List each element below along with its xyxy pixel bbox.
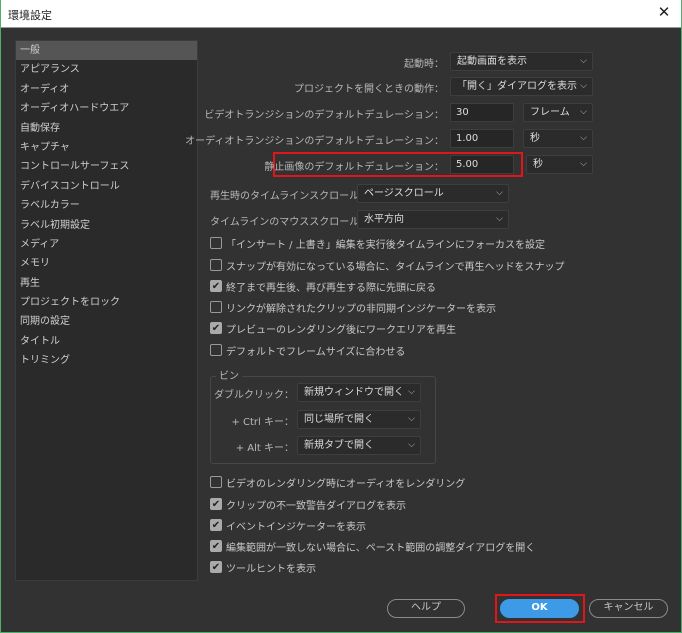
- open-project-value: 「開く」ダイアログを表示: [457, 81, 577, 92]
- sidebar-item[interactable]: アピアランス: [16, 60, 197, 79]
- playback-scroll-dropdown[interactable]: ページスクロール ⌵: [357, 184, 509, 203]
- sidebar-item[interactable]: コントロールサーフェス: [16, 157, 197, 176]
- checkbox-label: 終了まで再生後、再び再生する際に先頭に戻る: [226, 282, 436, 294]
- audio-transition-input[interactable]: 1.00: [450, 129, 514, 148]
- mouse-scroll-dropdown[interactable]: 水平方向 ⌵: [357, 210, 509, 229]
- sidebar-item[interactable]: トリミング: [16, 351, 197, 370]
- bin-group-title: ビン: [216, 367, 242, 382]
- sidebar-item[interactable]: キャプチャ: [16, 138, 197, 157]
- startup-value: 起動画面を表示: [457, 56, 527, 67]
- chevron-down-icon: ⌵: [580, 81, 587, 91]
- playback-scroll-label: 再生時のタイムラインスクロール：: [210, 191, 370, 202]
- video-transition-input[interactable]: 30: [450, 103, 514, 122]
- checkbox-label: 編集範囲が一致しない場合に、ペースト範囲の調整ダイアログを開く: [226, 542, 536, 554]
- double-click-label: ダブルクリック：: [214, 390, 294, 401]
- sidebar-item[interactable]: 自動保存: [16, 119, 197, 138]
- checkbox-row[interactable]: デフォルトでフレームサイズに合わせる: [210, 343, 406, 358]
- sidebar-item[interactable]: 一般: [16, 41, 197, 61]
- checkbox-checked-icon[interactable]: ✔: [210, 322, 222, 334]
- chevron-down-icon: ⌵: [580, 107, 587, 117]
- chevron-down-icon: ⌵: [408, 414, 415, 424]
- checkbox-checked-icon[interactable]: ✔: [210, 280, 222, 292]
- checkbox-label: デフォルトでフレームサイズに合わせる: [226, 346, 406, 358]
- checkbox-unchecked-icon[interactable]: [210, 344, 222, 356]
- help-button[interactable]: ヘルプ: [387, 599, 465, 618]
- chevron-down-icon: ⌵: [408, 387, 415, 397]
- checkbox-label: イベントインジケーターを表示: [226, 521, 366, 533]
- checkbox-checked-icon[interactable]: ✔: [210, 519, 222, 531]
- still-image-input[interactable]: 5.00: [450, 155, 514, 174]
- checkbox-row[interactable]: ✔ プレビューのレンダリング後にワークエリアを再生: [210, 321, 456, 336]
- still-image-label: 静止画像のデフォルトデュレーション：: [264, 162, 444, 173]
- playback-scroll-value: ページスクロール: [364, 188, 444, 199]
- still-image-unit-dropdown[interactable]: 秒 ⌵: [526, 155, 593, 174]
- video-transition-unit-dropdown[interactable]: フレーム ⌵: [523, 103, 593, 122]
- sidebar-item[interactable]: デバイスコントロール: [16, 177, 197, 196]
- checkbox-unchecked-icon[interactable]: [210, 237, 222, 249]
- ctrl-key-value: 同じ場所で開く: [304, 414, 374, 425]
- open-project-label: プロジェクトを開くときの動作：: [294, 84, 444, 95]
- checkbox-checked-icon[interactable]: ✔: [210, 561, 222, 573]
- checkbox-label: プレビューのレンダリング後にワークエリアを再生: [226, 324, 456, 336]
- chevron-down-icon: ⌵: [496, 214, 503, 224]
- checkbox-unchecked-icon[interactable]: [210, 301, 222, 313]
- checkbox-row[interactable]: ✔ 編集範囲が一致しない場合に、ペースト範囲の調整ダイアログを開く: [210, 539, 536, 554]
- checkbox-row[interactable]: 「インサート / 上書き」編集を実行後タイムラインにフォーカスを設定: [210, 236, 546, 251]
- checkbox-label: 「インサート / 上書き」編集を実行後タイムラインにフォーカスを設定: [226, 239, 546, 251]
- sidebar-item[interactable]: 再生: [16, 274, 197, 293]
- audio-transition-unit-dropdown[interactable]: 秒 ⌵: [523, 129, 593, 148]
- alt-key-label: + Alt キー：: [235, 443, 294, 454]
- chevron-down-icon: ⌵: [580, 133, 587, 143]
- sidebar-item[interactable]: 同期の設定: [16, 312, 197, 331]
- checkbox-checked-icon[interactable]: ✔: [210, 540, 222, 552]
- video-transition-label: ビデオトランジションのデフォルトデュレーション：: [204, 110, 444, 121]
- checkbox-label: スナップが有効になっている場合に、タイムラインで再生ヘッドをスナップ: [226, 261, 565, 273]
- sidebar-item[interactable]: プロジェクトをロック: [16, 293, 197, 312]
- sidebar-item[interactable]: オーディオハードウエア: [16, 99, 197, 118]
- open-project-dropdown[interactable]: 「開く」ダイアログを表示 ⌵: [450, 77, 593, 96]
- chevron-down-icon: ⌵: [580, 56, 587, 66]
- mouse-scroll-label: タイムラインのマウススクロール：: [210, 217, 370, 228]
- alt-key-value: 新規タブで開く: [304, 440, 374, 451]
- checkbox-label: クリップの不一致警告ダイアログを表示: [226, 500, 406, 512]
- alt-key-dropdown[interactable]: 新規タブで開く ⌵: [297, 436, 421, 455]
- still-image-unit: 秒: [533, 159, 543, 170]
- chevron-down-icon: ⌵: [580, 159, 587, 169]
- sidebar-item[interactable]: メモリ: [16, 254, 197, 273]
- checkbox-unchecked-icon[interactable]: [210, 476, 222, 488]
- checkbox-row[interactable]: ✔ ツールヒントを表示: [210, 560, 316, 575]
- sidebar-item[interactable]: ラベル初期設定: [16, 216, 197, 235]
- checkbox-checked-icon[interactable]: ✔: [210, 498, 222, 510]
- chevron-down-icon: ⌵: [408, 440, 415, 450]
- startup-dropdown[interactable]: 起動画面を表示 ⌵: [450, 52, 593, 71]
- chevron-down-icon: ⌵: [496, 188, 503, 198]
- checkbox-row[interactable]: ビデオのレンダリング時にオーディオをレンダリング: [210, 475, 466, 490]
- mouse-scroll-value: 水平方向: [364, 214, 404, 225]
- checkbox-row[interactable]: リンクが解除されたクリップの非同期インジケーターを表示: [210, 300, 496, 315]
- checkbox-row[interactable]: ✔ イベントインジケーターを表示: [210, 518, 366, 533]
- ctrl-key-label: + Ctrl キー：: [231, 417, 294, 428]
- audio-transition-unit: 秒: [530, 133, 540, 144]
- sidebar-item[interactable]: メディア: [16, 235, 197, 254]
- cancel-button[interactable]: キャンセル: [589, 599, 668, 618]
- checkbox-row[interactable]: ✔ 終了まで再生後、再び再生する際に先頭に戻る: [210, 279, 436, 294]
- checkbox-unchecked-icon[interactable]: [210, 259, 222, 271]
- checkbox-label: ツールヒントを表示: [226, 563, 316, 575]
- video-transition-unit: フレーム: [530, 107, 570, 118]
- sidebar-item[interactable]: オーディオ: [16, 80, 197, 99]
- sidebar-item[interactable]: タイトル: [16, 332, 197, 351]
- audio-transition-label: オーディオトランジションのデフォルトデュレーション：: [185, 136, 444, 147]
- sidebar-item[interactable]: ラベルカラー: [16, 196, 197, 215]
- checkbox-label: リンクが解除されたクリップの非同期インジケーターを表示: [226, 303, 496, 315]
- double-click-value: 新規ウィンドウで開く: [304, 387, 404, 398]
- ctrl-key-dropdown[interactable]: 同じ場所で開く ⌵: [297, 410, 421, 429]
- checkbox-label: ビデオのレンダリング時にオーディオをレンダリング: [226, 478, 466, 490]
- ok-button[interactable]: OK: [500, 599, 579, 618]
- sidebar: 一般 アピアランス オーディオ オーディオハードウエア 自動保存 キャプチャ コントロールサ…: [15, 40, 198, 581]
- checkbox-row[interactable]: スナップが有効になっている場合に、タイムラインで再生ヘッドをスナップ: [210, 258, 565, 273]
- double-click-dropdown[interactable]: 新規ウィンドウで開く ⌵: [297, 383, 421, 402]
- checkbox-row[interactable]: ✔ クリップの不一致警告ダイアログを表示: [210, 497, 406, 512]
- startup-label: 起動時：: [404, 59, 444, 70]
